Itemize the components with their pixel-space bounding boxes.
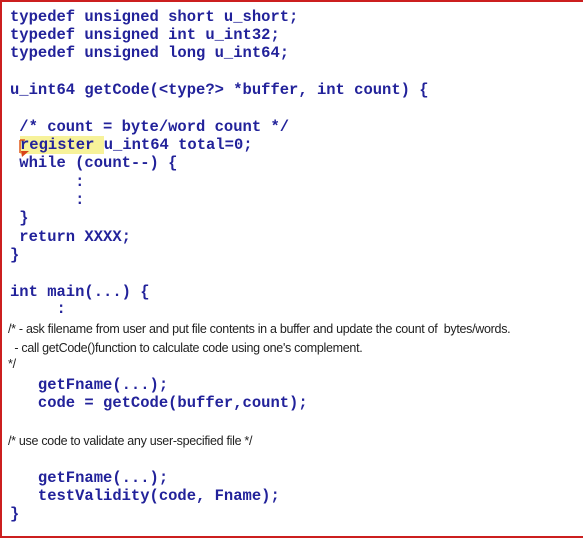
main-signature: int main(...) { [10, 283, 150, 301]
typedef-u-int32: typedef unsigned int u_int32; [10, 26, 280, 44]
main-ellipsis: : [10, 300, 66, 318]
getcode-signature: u_int64 getCode(<type?> *buffer, int cou… [10, 81, 429, 99]
main-comment-line-2: - call getCode()function to calculate co… [8, 341, 363, 355]
close-function: } [10, 246, 20, 264]
register-declaration: u_int64 total=0; [103, 136, 253, 154]
code-assignment: code = getCode(buffer,count); [10, 394, 308, 412]
ellipsis-line: : [10, 173, 85, 191]
close-main: } [10, 505, 20, 523]
test-validity-call: testValidity(code, Fname); [10, 487, 280, 505]
validate-comment: /* use code to validate any user-specifi… [8, 434, 253, 448]
typedef-u-short: typedef unsigned short u_short; [10, 8, 299, 26]
getfname-call: getFname(...); [10, 376, 169, 394]
typedef-u-int64: typedef unsigned long u_int64; [10, 44, 290, 62]
main-comment-line-3: */ [8, 357, 16, 371]
main-comment-line-1: /* - ask filename from user and put file… [8, 322, 511, 336]
register-line: register u_int64 total=0; [20, 136, 253, 154]
highlighted-register-keyword[interactable]: register [20, 136, 104, 154]
getfname-call: getFname(...); [10, 469, 169, 487]
count-comment: /* count = byte/word count */ [10, 118, 290, 136]
return-line: return XXXX; [10, 228, 131, 246]
while-line: while (count--) { [10, 154, 178, 172]
ellipsis-line: : [10, 191, 85, 209]
close-while: } [10, 209, 29, 227]
